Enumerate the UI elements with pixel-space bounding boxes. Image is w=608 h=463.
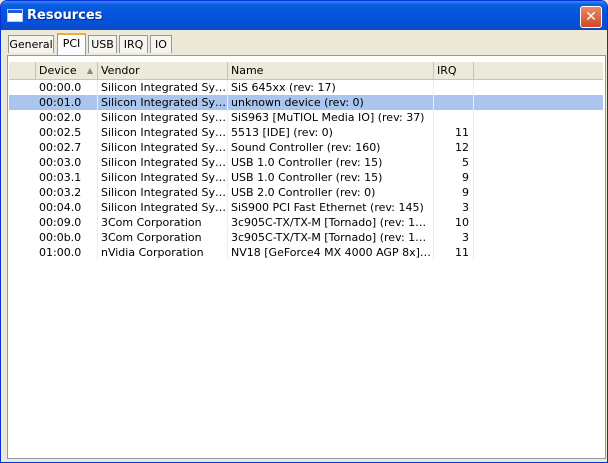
- cell-vendor: 3Com Corporation: [98, 230, 228, 245]
- column-header: Device ▲ Vendor Name IRQ: [9, 62, 603, 80]
- cell-irq: 9: [434, 185, 474, 200]
- table-row[interactable]: 00:03.0Silicon Integrated Syste...USB 1.…: [9, 155, 603, 170]
- cell-device: 00:00.0: [36, 80, 98, 95]
- cell-name: 3c905C-TX/TX-M [Tornado] (rev: 116): [228, 215, 434, 230]
- close-icon: ✕: [585, 9, 597, 25]
- cell-irq: 9: [434, 170, 474, 185]
- window-title: Resources: [27, 8, 103, 23]
- resources-window: Resources ✕ General PCI USB IRQ IO Devic…: [0, 0, 608, 463]
- cell-name: USB 2.0 Controller (rev: 0): [228, 185, 434, 200]
- window-icon: [7, 9, 23, 22]
- cell-name: 3c905C-TX/TX-M [Tornado] (rev: 116): [228, 230, 434, 245]
- table-row[interactable]: 00:02.0Silicon Integrated Syste...SiS963…: [9, 110, 603, 125]
- cell-irq: 3: [434, 230, 474, 245]
- cell-irq: 11: [434, 245, 474, 260]
- cell-vendor: Silicon Integrated Syste...: [98, 170, 228, 185]
- cell-name: SiS 645xx (rev: 17): [228, 80, 434, 95]
- cell-device: 00:01.0: [36, 95, 98, 110]
- cell-name: USB 1.0 Controller (rev: 15): [228, 170, 434, 185]
- cell-device: 00:02.0: [36, 110, 98, 125]
- tab-usb[interactable]: USB: [88, 35, 117, 53]
- cell-vendor: Silicon Integrated Syste...: [98, 80, 228, 95]
- cell-vendor: Silicon Integrated Syste...: [98, 155, 228, 170]
- cell-device: 01:00.0: [36, 245, 98, 260]
- cell-name: USB 1.0 Controller (rev: 15): [228, 155, 434, 170]
- cell-device: 00:03.0: [36, 155, 98, 170]
- cell-vendor: nVidia Corporation: [98, 245, 228, 260]
- table-row[interactable]: 00:02.5Silicon Integrated Syste...5513 […: [9, 125, 603, 140]
- cell-vendor: Silicon Integrated Syste...: [98, 125, 228, 140]
- cell-name: NV18 [GeForce4 MX 4000 AGP 8x] (rev:...: [228, 245, 434, 260]
- cell-irq: 11: [434, 125, 474, 140]
- cell-irq: [434, 95, 474, 110]
- table-row[interactable]: 00:04.0Silicon Integrated Syste...SiS900…: [9, 200, 603, 215]
- table-row[interactable]: 01:00.0 nVidia Corporation NV18 [GeForce4 …: [9, 245, 603, 260]
- cell-vendor: Silicon Integrated Syste...: [98, 185, 228, 200]
- header-irq[interactable]: IRQ: [434, 62, 474, 79]
- cell-name: Sound Controller (rev: 160): [228, 140, 434, 155]
- header-device-label: Device: [39, 64, 77, 77]
- header-name[interactable]: Name: [228, 62, 434, 79]
- cell-name: 5513 [IDE] (rev: 0): [228, 125, 434, 140]
- cell-vendor: Silicon Integrated Syste...: [98, 200, 228, 215]
- cell-irq: 10: [434, 215, 474, 230]
- title-bar[interactable]: Resources ✕: [1, 1, 607, 30]
- cell-vendor: 3Com Corporation: [98, 215, 228, 230]
- cell-device: 00:09.0: [36, 215, 98, 230]
- header-vendor[interactable]: Vendor: [98, 62, 228, 79]
- cell-name: unknown device (rev: 0): [228, 95, 434, 110]
- cell-device: 00:02.7: [36, 140, 98, 155]
- cell-irq: [434, 110, 474, 125]
- cell-device: 00:02.5: [36, 125, 98, 140]
- pci-panel: Device ▲ Vendor Name IRQ 00:00.0 Silicon …: [7, 55, 606, 459]
- cell-name: SiS963 [MuTIOL Media IO] (rev: 37): [228, 110, 434, 125]
- cell-irq: 12: [434, 140, 474, 155]
- table-row[interactable]: 00:03.1Silicon Integrated Syste...USB 1.…: [9, 170, 603, 185]
- cell-irq: [434, 80, 474, 95]
- header-device[interactable]: Device ▲: [36, 62, 98, 79]
- table-row[interactable]: 00:00.0Silicon Integrated Syste...SiS 64…: [9, 80, 603, 95]
- cell-vendor: Silicon Integrated Syste...: [98, 110, 228, 125]
- cell-vendor: Silicon Integrated Syste...: [98, 140, 228, 155]
- header-checkbox-column[interactable]: [9, 62, 36, 79]
- cell-irq: 5: [434, 155, 474, 170]
- cell-device: 00:03.2: [36, 185, 98, 200]
- tab-general[interactable]: General: [8, 35, 54, 53]
- cell-irq: 3: [434, 200, 474, 215]
- sort-ascending-icon: ▲: [86, 66, 93, 75]
- table-row[interactable]: 00:01.0Silicon Integrated Syste...unknow…: [9, 95, 603, 110]
- tab-pci[interactable]: PCI: [57, 33, 86, 55]
- table-row[interactable]: 00:0b.0 3Com Corporation 3c905C-TX/TX-M [T…: [9, 230, 603, 245]
- cell-name: SiS900 PCI Fast Ethernet (rev: 145): [228, 200, 434, 215]
- table-row[interactable]: 00:03.2Silicon Integrated Syste...USB 2.…: [9, 185, 603, 200]
- close-button[interactable]: ✕: [580, 6, 602, 28]
- tab-io[interactable]: IO: [150, 35, 172, 53]
- table-row[interactable]: 00:09.0 3Com Corporation 3c905C-TX/TX-M [T…: [9, 215, 603, 230]
- table-row[interactable]: 00:02.7Silicon Integrated Syste...Sound …: [9, 140, 603, 155]
- cell-device: 00:03.1: [36, 170, 98, 185]
- cell-vendor: Silicon Integrated Syste...: [98, 95, 228, 110]
- header-filler: [474, 62, 603, 79]
- cell-device: 00:0b.0: [36, 230, 98, 245]
- tab-irq[interactable]: IRQ: [119, 35, 148, 53]
- cell-device: 00:04.0: [36, 200, 98, 215]
